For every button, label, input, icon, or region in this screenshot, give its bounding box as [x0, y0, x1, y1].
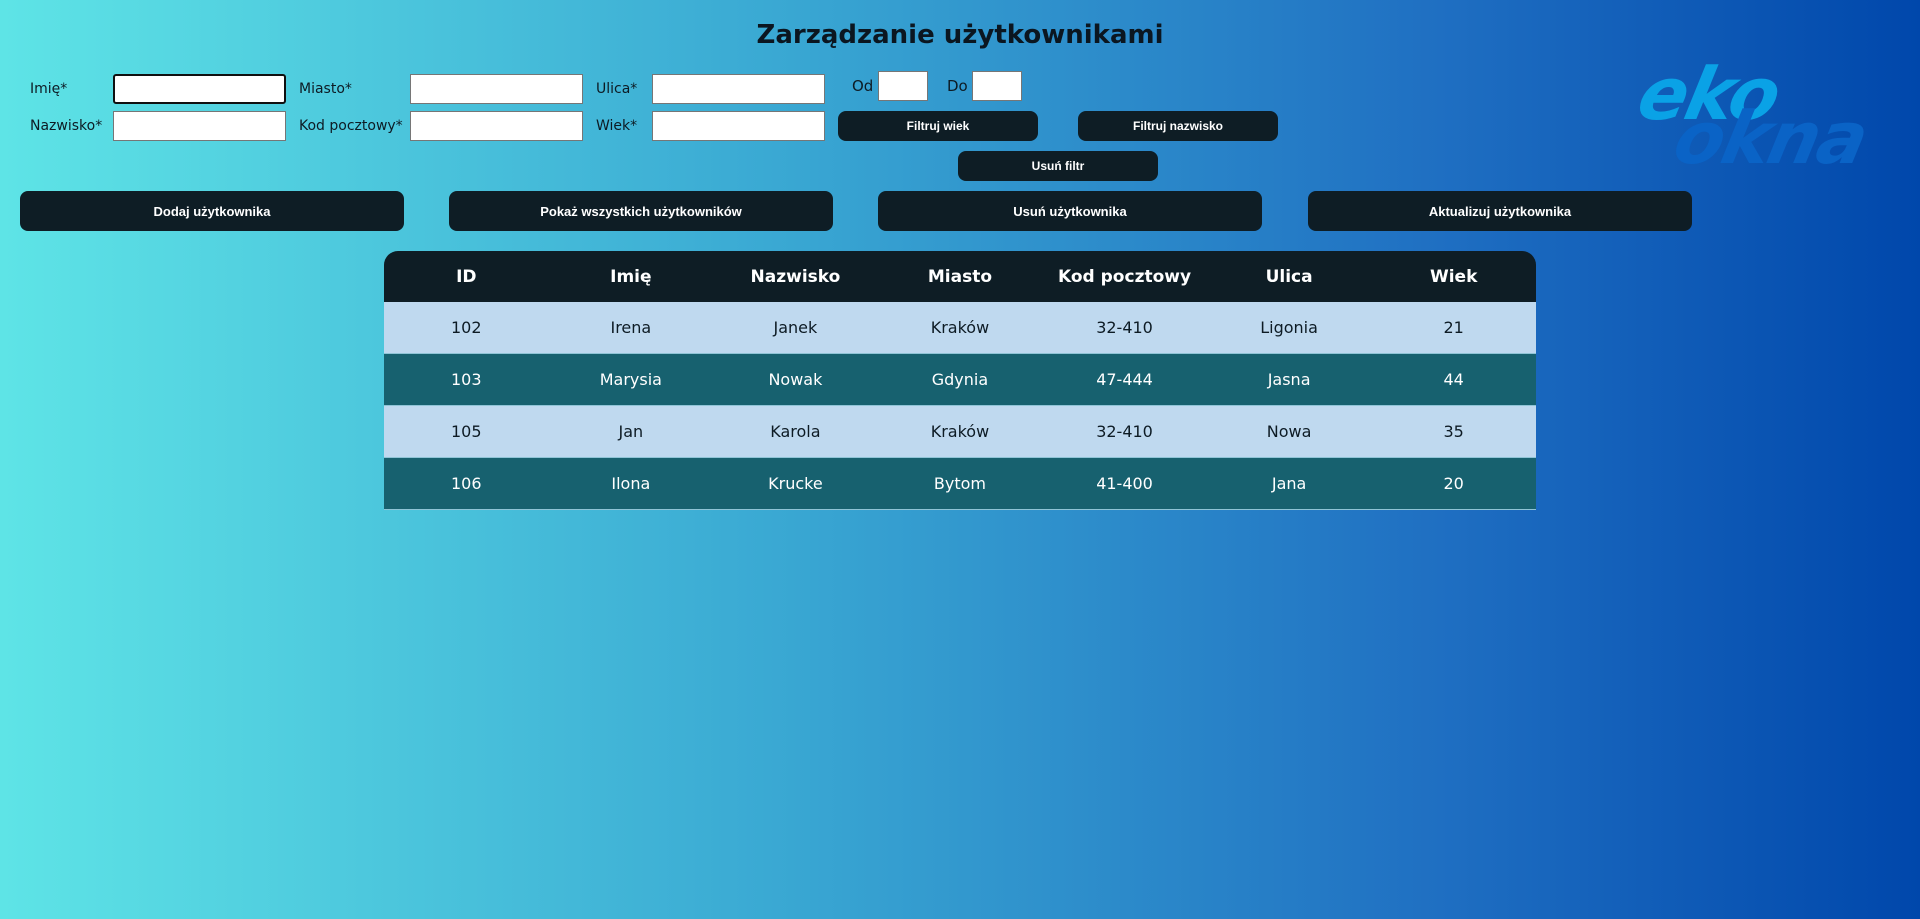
cell-nazwisko: Janek: [713, 302, 878, 354]
imie-label: Imię*: [30, 81, 68, 97]
table-row[interactable]: 103 Marysia Nowak Gdynia 47-444 Jasna 44: [384, 353, 1536, 406]
table-header-row: ID Imię Nazwisko Miasto Kod pocztowy Uli…: [384, 251, 1536, 302]
delete-user-button[interactable]: Usuń użytkownika: [878, 191, 1262, 231]
cell-ulica: Ligonia: [1206, 302, 1372, 354]
cell-kod-pocztowy: 47-444: [1042, 353, 1207, 406]
ulica-label: Ulica*: [596, 81, 638, 97]
remove-filter-button[interactable]: Usuń filtr: [958, 151, 1158, 181]
cell-id: 102: [384, 302, 549, 354]
cell-nazwisko: Krucke: [713, 457, 878, 510]
cell-id: 103: [384, 353, 549, 406]
header-id[interactable]: ID: [384, 251, 549, 302]
cell-nazwisko: Nowak: [713, 353, 878, 406]
age-to-input[interactable]: [972, 71, 1022, 101]
header-wiek[interactable]: Wiek: [1371, 251, 1536, 302]
table-row[interactable]: 106 Ilona Krucke Bytom 41-400 Jana 20: [384, 457, 1536, 510]
page-title: Zarządzanie użytkownikami: [756, 20, 1164, 50]
users-table: ID Imię Nazwisko Miasto Kod pocztowy Uli…: [384, 251, 1536, 510]
cell-imie: Irena: [548, 302, 714, 354]
kod-pocztowy-input[interactable]: [410, 111, 583, 141]
imie-input[interactable]: [113, 74, 286, 104]
cell-kod-pocztowy: 32-410: [1042, 302, 1207, 354]
cell-id: 105: [384, 405, 549, 458]
od-label: Od: [852, 77, 874, 95]
ulica-input[interactable]: [652, 74, 825, 104]
cell-id: 106: [384, 457, 549, 510]
cell-ulica: Nowa: [1206, 405, 1372, 458]
wiek-input[interactable]: [652, 111, 825, 141]
table-row[interactable]: 105 Jan Karola Kraków 32-410 Nowa 35: [384, 405, 1536, 458]
cell-imie: Ilona: [548, 457, 714, 510]
header-kod-pocztowy[interactable]: Kod pocztowy: [1042, 251, 1207, 302]
show-all-users-button[interactable]: Pokaż wszystkich użytkowników: [449, 191, 833, 231]
cell-miasto: Kraków: [877, 405, 1043, 458]
cell-ulica: Jana: [1206, 457, 1372, 510]
header-ulica[interactable]: Ulica: [1207, 251, 1372, 302]
kod-pocztowy-label: Kod pocztowy*: [299, 118, 403, 134]
filter-surname-button[interactable]: Filtruj nazwisko: [1078, 111, 1278, 141]
cell-kod-pocztowy: 41-400: [1042, 457, 1207, 510]
filter-age-button[interactable]: Filtruj wiek: [838, 111, 1038, 141]
header-nazwisko[interactable]: Nazwisko: [713, 251, 878, 302]
age-from-input[interactable]: [878, 71, 928, 101]
table-row[interactable]: 102 Irena Janek Kraków 32-410 Ligonia 21: [384, 302, 1536, 354]
cell-miasto: Gdynia: [877, 353, 1043, 406]
nazwisko-label: Nazwisko*: [30, 118, 103, 134]
wiek-label: Wiek*: [596, 118, 638, 134]
header-imie[interactable]: Imię: [549, 251, 714, 302]
cell-ulica: Jasna: [1206, 353, 1372, 406]
cell-imie: Jan: [548, 405, 714, 458]
eko-okna-logo: eko okna: [1631, 52, 1875, 188]
cell-miasto: Bytom: [877, 457, 1043, 510]
update-user-button[interactable]: Aktualizuj użytkownika: [1308, 191, 1692, 231]
logo-line-okna: okna: [1667, 96, 1875, 180]
do-label: Do: [947, 77, 968, 95]
cell-nazwisko: Karola: [713, 405, 878, 458]
miasto-input[interactable]: [410, 74, 583, 104]
cell-wiek: 21: [1371, 302, 1536, 354]
cell-wiek: 44: [1371, 353, 1536, 406]
miasto-label: Miasto*: [299, 81, 352, 97]
cell-imie: Marysia: [548, 353, 714, 406]
cell-wiek: 20: [1371, 457, 1536, 510]
add-user-button[interactable]: Dodaj użytkownika: [20, 191, 404, 231]
cell-miasto: Kraków: [877, 302, 1043, 354]
nazwisko-input[interactable]: [113, 111, 286, 141]
header-miasto[interactable]: Miasto: [878, 251, 1043, 302]
cell-wiek: 35: [1371, 405, 1536, 458]
cell-kod-pocztowy: 32-410: [1042, 405, 1207, 458]
